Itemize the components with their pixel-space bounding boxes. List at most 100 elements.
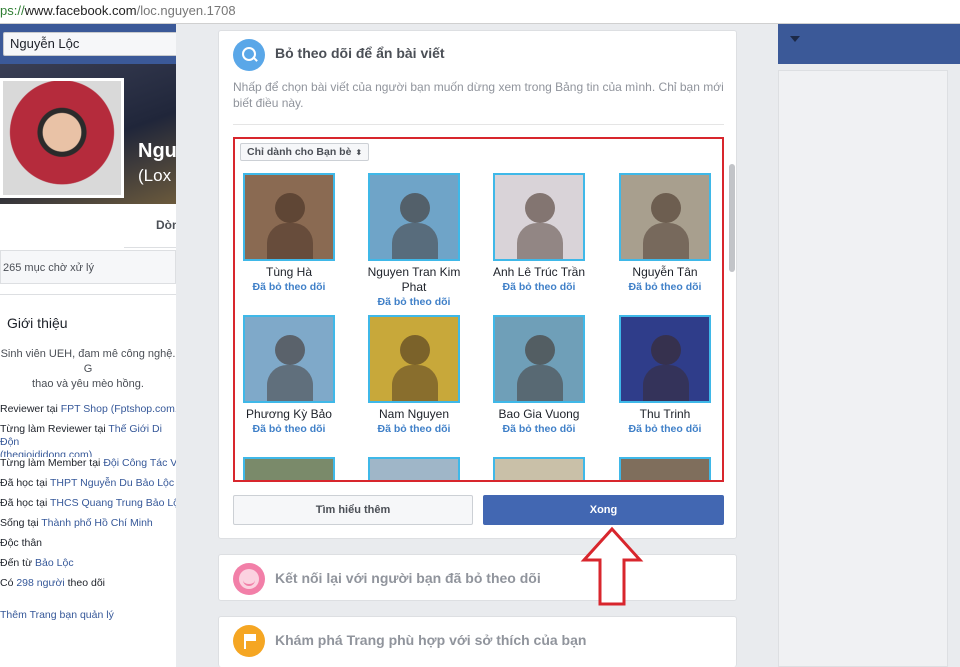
friend-photo: [493, 457, 585, 480]
detail-prefix: Reviewer tại: [0, 403, 61, 415]
detail-link[interactable]: Bảo Lộc: [35, 557, 74, 569]
friend-photo: [368, 315, 460, 403]
friend-status: Đã bỏ theo dõi: [252, 423, 326, 435]
friend-status: Đã bỏ theo dõi: [377, 296, 451, 308]
intro-detail-item: Đã học tại THPT Nguyễn Du Bảo Lộc: [0, 477, 176, 497]
flag-icon: [233, 625, 265, 657]
pending-items[interactable]: 265 mục chờ xử lý: [0, 250, 176, 284]
detail-suffix: theo dõi: [64, 577, 106, 589]
friend-status: Đã bỏ theo dõi: [377, 423, 451, 435]
friend-photo: [619, 315, 711, 403]
bio-line: Sinh viên UEH, đam mê công nghệ. G: [0, 348, 176, 375]
detail-link[interactable]: THPT Nguyễn Du Bảo Lộc: [50, 477, 174, 489]
friend-photo: [243, 173, 335, 261]
profile-search-box[interactable]: Nguyễn Lộc: [3, 32, 183, 56]
detail-prefix: Đã học tại: [0, 477, 51, 489]
friend-photo: [619, 173, 711, 261]
done-button[interactable]: Xong: [483, 495, 724, 525]
profile-nickname: (Lox: [138, 166, 172, 185]
detail-link[interactable]: Thành phố Hồ Chí Minh: [41, 517, 152, 529]
search-icon: [233, 39, 265, 71]
detail-prefix: Độc thân: [0, 537, 43, 549]
intro-title: Giới thiệu: [7, 315, 68, 331]
friend-name: Phương Kỳ Bảo: [246, 407, 332, 421]
friend-name: Nguyen Tran Kim Phat: [367, 265, 461, 294]
friend-status: Đã bỏ theo dõi: [502, 281, 576, 293]
address-bar[interactable]: ps://www.facebook.com/loc.nguyen.1708: [0, 0, 960, 24]
smiley-icon: [233, 563, 265, 595]
intro-details: Reviewer tại FPT Shop (Fptshop.com.v Từn…: [0, 403, 176, 597]
friend-photo: [368, 173, 460, 261]
friend-tile[interactable]: [354, 457, 474, 480]
intro-detail-item: Đã học tại THCS Quang Trung Bảo Lộc: [0, 497, 176, 517]
friend-name: Thu Trinh: [639, 407, 691, 421]
annotation-arrow-icon: [580, 526, 644, 606]
friend-photo: [243, 315, 335, 403]
discover-card-title: Khám phá Trang phù hợp với sở thích của …: [275, 632, 587, 648]
friend-tile[interactable]: Tùng Hà Đã bỏ theo dõi: [235, 173, 349, 294]
friend-tile[interactable]: Phương Kỳ Bảo Đã bỏ theo dõi: [235, 315, 349, 436]
modal-scrollbar[interactable]: [729, 164, 735, 272]
unfollow-card-description: Nhấp để chọn bài viết của người bạn muốn…: [233, 80, 724, 110]
detail-link[interactable]: (thegioididong.com): [0, 449, 92, 457]
detail-prefix: Từng làm Member tại: [0, 457, 104, 469]
manage-pages-link[interactable]: Thêm Trang bạn quản lý: [0, 609, 114, 621]
detail-prefix: Có: [0, 577, 17, 589]
url-path: /loc.nguyen.1708: [136, 3, 236, 18]
detail-prefix: Sống tại: [0, 517, 42, 529]
detail-prefix: Đã học tại: [0, 497, 51, 509]
friend-status: Đã bỏ theo dõi: [502, 423, 576, 435]
friend-tile[interactable]: Thu Trinh Đã bỏ theo dõi: [605, 315, 722, 436]
friend-tile[interactable]: Nguyen Tran Kim Phat Đã bỏ theo dõi: [354, 173, 474, 309]
friend-status: Đã bỏ theo dõi: [252, 281, 326, 293]
friend-status: Đã bỏ theo dõi: [628, 423, 702, 435]
avatar[interactable]: [0, 78, 124, 198]
friend-tile[interactable]: [479, 457, 599, 480]
friend-tile[interactable]: Anh Lê Trúc Trần Đã bỏ theo dõi: [479, 173, 599, 294]
friend-photo: [368, 457, 460, 480]
intro-section: Giới thiệu Sinh viên UEH, đam mê công ng…: [0, 294, 176, 667]
learn-more-button[interactable]: Tìm hiểu thêm: [233, 495, 473, 525]
profile-column: Ngu (Lox Dòn 265 mục chờ xử lý Giới thiệ…: [0, 64, 179, 667]
friend-tile[interactable]: [605, 457, 722, 480]
friend-tile[interactable]: Nguyễn Tân Đã bỏ theo dõi: [605, 173, 722, 294]
detail-link[interactable]: THCS Quang Trung Bảo Lộc: [50, 497, 176, 509]
intro-detail-item: Reviewer tại FPT Shop (Fptshop.com.v: [0, 403, 176, 423]
friend-photo: [619, 457, 711, 480]
profile-name: Ngu: [138, 140, 177, 162]
right-panel: [778, 70, 948, 667]
detail-prefix: Từng làm Reviewer tại: [0, 423, 109, 435]
friend-tile[interactable]: Nam Nguyen Đã bỏ theo dõi: [354, 315, 474, 436]
url-host: www.facebook.com: [24, 3, 137, 18]
intro-detail-item: Đến từ Bảo Lộc: [0, 557, 176, 577]
url-protocol: ps://: [0, 3, 25, 18]
friend-photo: [243, 457, 335, 480]
detail-link[interactable]: 298 người: [16, 577, 64, 589]
detail-link[interactable]: FPT Shop (Fptshop.com.v: [61, 403, 176, 415]
profile-tabs: Dòn: [124, 204, 179, 248]
friend-name: Anh Lê Trúc Trần: [492, 265, 586, 279]
unfollow-card: Bỏ theo dõi để ẩn bài viết Nhấp để chọn …: [218, 30, 737, 539]
friend-photo: [493, 173, 585, 261]
reconnect-card[interactable]: Kết nối lại với người bạn đã bỏ theo dõi: [218, 554, 737, 601]
select-arrow-icon: ⬍: [355, 148, 363, 157]
friend-name: Nguyễn Tân: [632, 265, 698, 279]
friend-photo: [493, 315, 585, 403]
friend-tile[interactable]: Bao Gia Vuong Đã bỏ theo dõi: [479, 315, 599, 436]
friends-grid[interactable]: Chỉ dành cho Bạn bè ⬍ Tùng Hà Đã bỏ theo …: [233, 137, 724, 482]
divider: [233, 124, 724, 125]
bio-line: thao và yêu mèo hồng.: [32, 378, 144, 390]
audience-filter-label: Chỉ dành cho Bạn bè: [247, 146, 352, 158]
audience-filter-select[interactable]: Chỉ dành cho Bạn bè ⬍: [240, 143, 370, 161]
intro-detail-item: Từng làm Member tại Đội Công Tác Vi: [0, 457, 176, 477]
unfollow-card-title: Bỏ theo dõi để ẩn bài viết: [275, 45, 445, 61]
friend-name: Bao Gia Vuong: [498, 407, 580, 421]
bio-text: Sinh viên UEH, đam mê công nghệ. G thao …: [0, 347, 176, 392]
intro-detail-item: Sống tại Thành phố Hồ Chí Minh: [0, 517, 176, 537]
detail-link[interactable]: Đội Công Tác Vi: [103, 457, 176, 469]
reconnect-card-title: Kết nối lại với người bạn đã bỏ theo dõi: [275, 570, 541, 586]
discover-pages-card[interactable]: Khám phá Trang phù hợp với sở thích của …: [218, 616, 737, 667]
account-menu-caret-icon[interactable]: [790, 36, 800, 42]
detail-prefix: Đến từ: [0, 557, 36, 569]
friend-tile[interactable]: [235, 457, 349, 480]
